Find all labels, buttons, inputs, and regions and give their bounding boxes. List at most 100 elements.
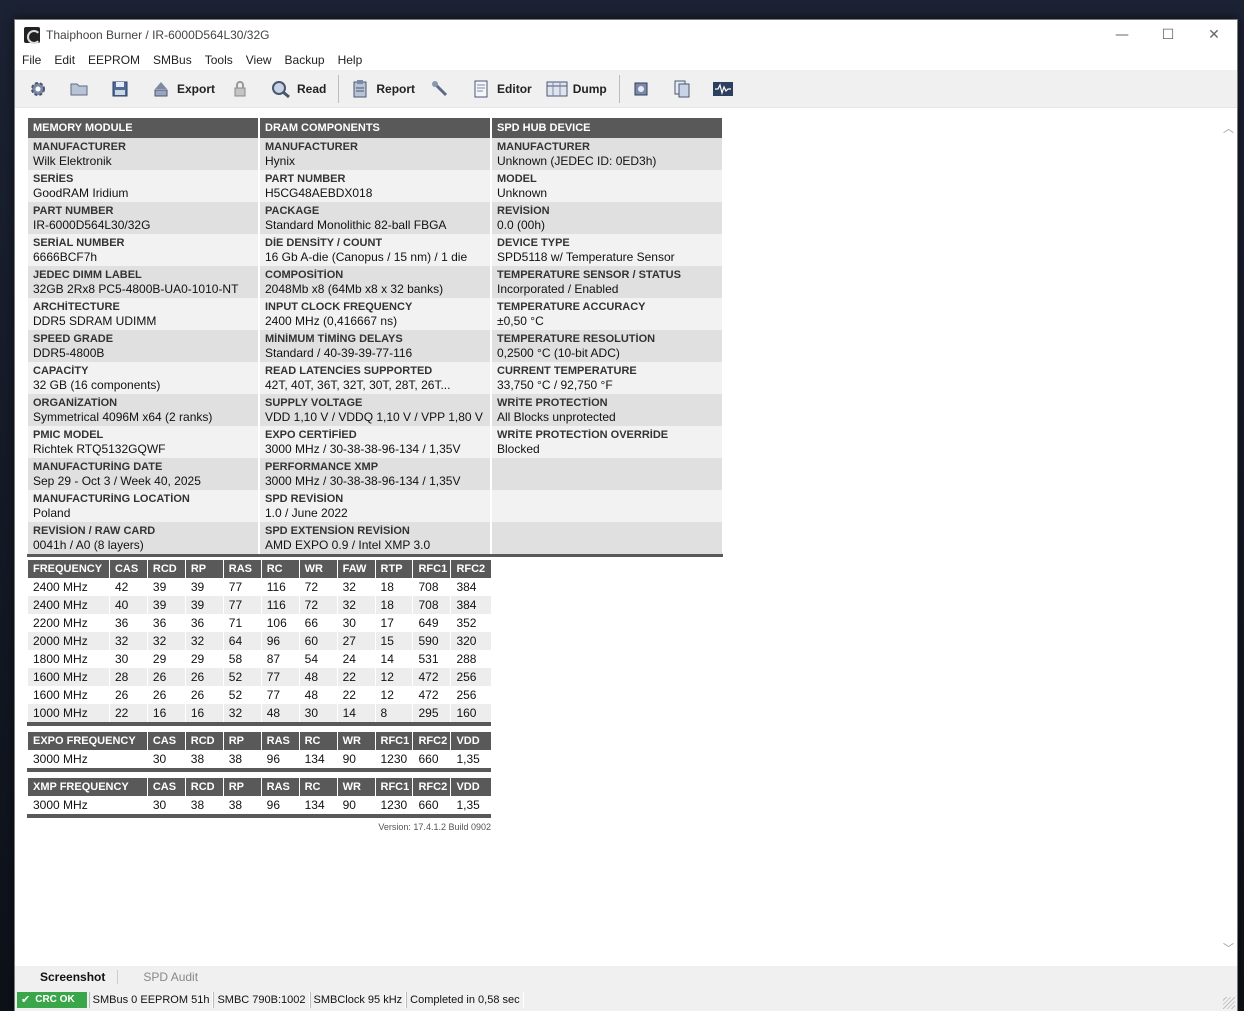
table-cell: 8 (374, 704, 413, 722)
expo-timings-table: EXPO FREQUENCY CAS RCD RP RAS RC WR RFC1 RFC2 VDD… (27, 732, 491, 768)
info-value: 3000 MHz / 30-38-38-96-134 / 1,35V (265, 474, 461, 488)
chip-button[interactable] (626, 74, 661, 104)
table-cell: 708 (412, 578, 451, 596)
info-value: 42T, 40T, 36T, 32T, 30T, 28T, 26T... (265, 378, 451, 392)
vertical-scrollbar[interactable]: ︿ ﹀ (1219, 108, 1237, 966)
copy-button[interactable] (667, 74, 702, 104)
info-value: Hynix (265, 154, 296, 168)
editor-button[interactable]: Editor (466, 74, 536, 104)
info-row: MANUFACTURER Hynix (259, 138, 491, 170)
tools-button[interactable] (425, 74, 460, 104)
info-label: MANUFACTURİNG LOCATİON (33, 493, 190, 505)
export-button[interactable]: Export (146, 74, 219, 104)
info-value: 32GB 2Rx8 PC5-4800B-UA0-1010-NT (33, 282, 239, 296)
memory-module-column: MEMORY MODULE MANUFACTURER Wilk Elektronik… (27, 118, 259, 557)
menu-file[interactable]: File (17, 53, 49, 67)
read-label: Read (297, 81, 327, 96)
table-cell: 295 (412, 704, 451, 722)
read-button[interactable]: Read (266, 74, 330, 104)
save-button[interactable] (105, 74, 140, 104)
window-controls: — ☐ ✕ (1099, 20, 1237, 50)
info-value: Standard Monolithic 82-ball FBGA (265, 218, 447, 232)
table-cell: 22 (108, 704, 148, 722)
table-cell: 77 (260, 668, 300, 686)
info-row: WRİTE PROTECTİON OVERRİDE Blocked (491, 426, 723, 458)
tab-screenshot[interactable]: Screenshot (15, 970, 119, 984)
menu-backup[interactable]: Backup (280, 53, 333, 67)
table-cell: 22 (336, 668, 376, 686)
info-row: REVİSİON / RAW CARD 0041h / A0 (8 layers) (27, 522, 259, 554)
table-cell: 39 (146, 596, 186, 614)
table-cell: 134 (298, 750, 338, 768)
info-row: MANUFACTURİNG DATE Sep 29 - Oct 3 / Week … (27, 458, 259, 490)
menu-smbus[interactable]: SMBus (148, 53, 200, 67)
column-divider (491, 554, 723, 557)
open-button[interactable] (64, 74, 99, 104)
settings-button[interactable] (23, 74, 58, 104)
info-label: INPUT CLOCK FREQUENCY (265, 301, 413, 313)
report-icon (349, 78, 371, 100)
lock-button[interactable] (225, 74, 260, 104)
table-cell: 77 (260, 686, 300, 704)
info-label: SPEED GRADE (33, 333, 114, 345)
table-header-row: XMP FREQUENCY CAS RCD RP RAS RC WR RFC1 RFC2 VDD (27, 778, 491, 796)
column-header: WR (298, 560, 338, 578)
export-icon (150, 78, 172, 100)
menu-tools[interactable]: Tools (200, 53, 241, 67)
table-row: 2400 MHz 42 39 39 77 116 72 32 18 708 384 (27, 578, 491, 596)
info-row: TEMPERATURE ACCURACY ±0,50 °C (491, 298, 723, 330)
table-row: 1000 MHz 22 16 16 32 48 30 14 8 295 160 (27, 704, 491, 722)
table-cell: 256 (450, 686, 491, 704)
info-label: PMIC MODEL (33, 429, 104, 441)
info-label: PERFORMANCE XMP (265, 461, 379, 473)
minimize-button[interactable]: — (1099, 20, 1145, 50)
resize-grip[interactable] (1223, 997, 1235, 1009)
info-row: SPD EXTENSİON REVİSİON AMD EXPO 0.9 / Int… (259, 522, 491, 554)
crc-status-badge: ✔ CRC OK (17, 992, 87, 1008)
menu-edit[interactable]: Edit (49, 53, 83, 67)
info-value: Poland (33, 506, 71, 520)
export-label: Export (177, 81, 216, 96)
table-cell: 38 (184, 750, 224, 768)
info-row: JEDEC DIMM LABEL 32GB 2Rx8 PC5-4800B-UA0-… (27, 266, 259, 298)
maximize-button[interactable]: ☐ (1145, 20, 1191, 50)
info-row: CAPACİTY 32 GB (16 components) (27, 362, 259, 394)
info-label: SERİAL NUMBER (33, 237, 125, 249)
close-button[interactable]: ✕ (1191, 20, 1237, 50)
table-cell: 16 (146, 704, 186, 722)
column-header: RP (222, 778, 262, 796)
info-label: WRİTE PROTECTİON OVERRİDE (497, 429, 669, 441)
info-value: 0,2500 °C (10-bit ADC) (497, 346, 620, 360)
menu-eeprom[interactable]: EEPROM (83, 53, 148, 67)
scroll-up-icon[interactable]: ︿ (1223, 120, 1234, 136)
table-cell: 32 (108, 632, 148, 650)
table-cell: 472 (412, 668, 451, 686)
scroll-down-icon[interactable]: ﹀ (1223, 940, 1234, 956)
info-value: ±0,50 °C (497, 314, 544, 328)
table-cell: 3000 MHz (27, 796, 148, 814)
table-cell: 660 (412, 750, 451, 768)
monitor-button[interactable] (708, 74, 743, 104)
table-row: 1600 MHz 28 26 26 52 77 48 22 12 472 256 (27, 668, 491, 686)
copy-icon (671, 78, 693, 100)
info-row: DEVICE TYPE SPD5118 w/ Temperature Sensor (491, 234, 723, 266)
table-cell: 39 (184, 596, 224, 614)
info-row: SPEED GRADE DDR5-4800B (27, 330, 259, 362)
toolbar-separator (618, 74, 620, 103)
table-cell: 1800 MHz (27, 650, 110, 668)
jedec-timings-table: FREQUENCY CAS RCD RP RAS RC WR FAW RTP RFC1 RFC2 24… (27, 560, 491, 722)
tab-spd-audit[interactable]: SPD Audit (118, 970, 210, 984)
table-cell: 1230 (374, 796, 413, 814)
table-divider (27, 722, 491, 726)
dump-button[interactable]: Dump (542, 74, 611, 104)
table-cell: 29 (184, 650, 224, 668)
report-button[interactable]: Report (345, 74, 419, 104)
table-cell: 30 (298, 704, 338, 722)
menu-help[interactable]: Help (333, 53, 371, 67)
info-label: PACKAGE (265, 205, 320, 217)
info-label: DİE DENSİTY / COUNT (265, 237, 383, 249)
info-label: REVİSİON (497, 205, 550, 217)
title-bar: Thaiphoon Burner / IR-6000D564L30/32G — … (15, 20, 1237, 50)
menu-view[interactable]: View (241, 53, 280, 67)
info-row: MİNİMUM TİMİNG DELAYS Standard / 40-39-39… (259, 330, 491, 362)
